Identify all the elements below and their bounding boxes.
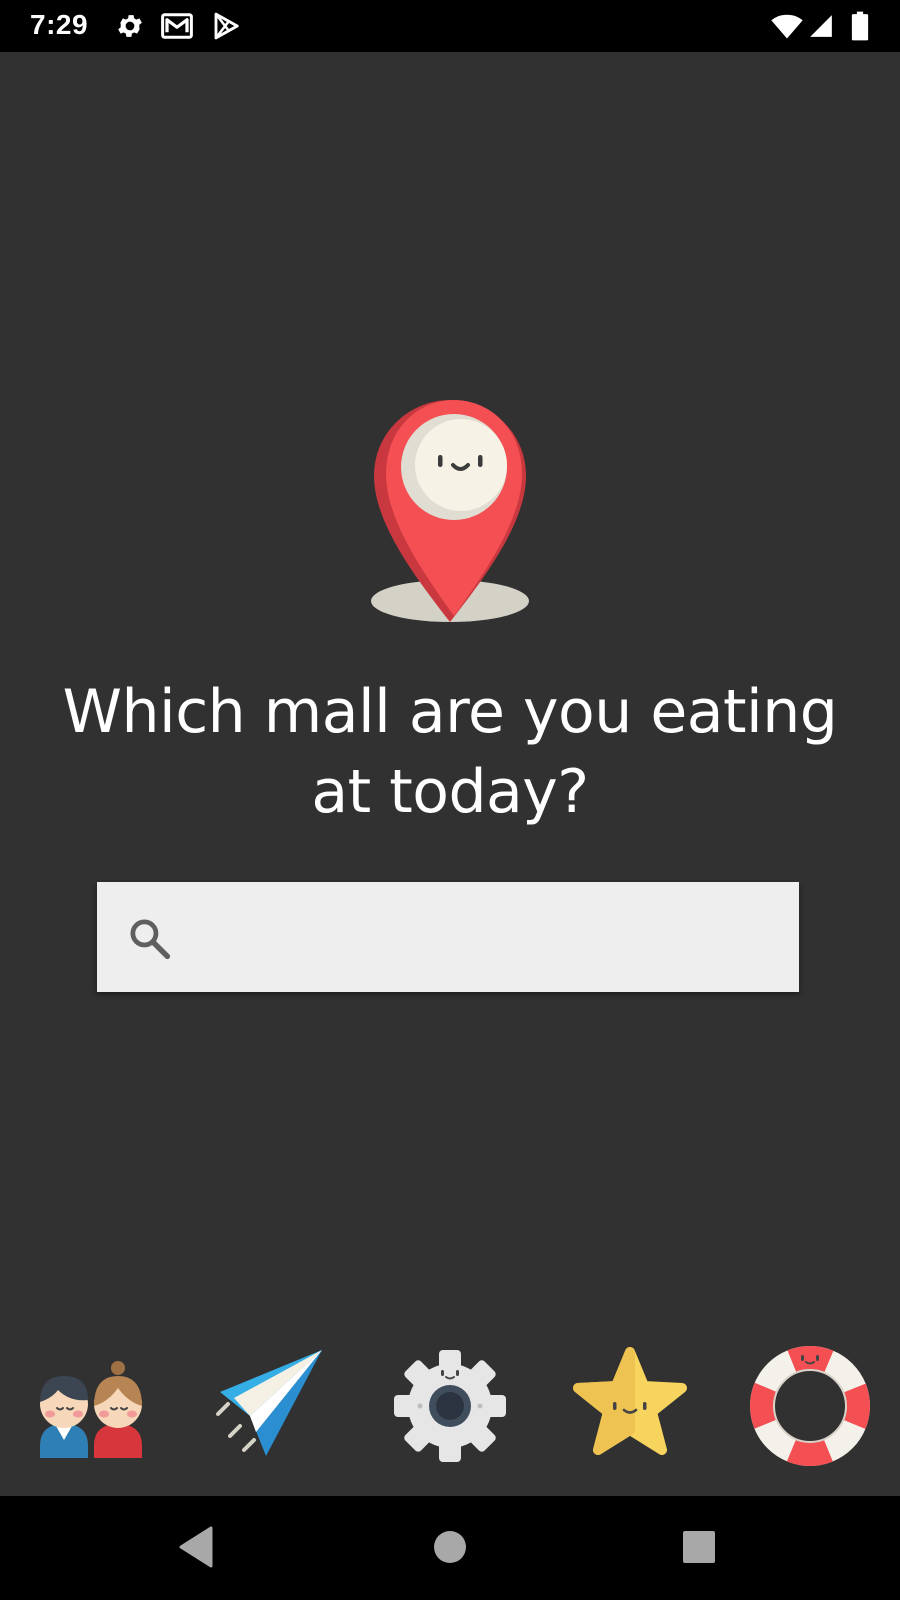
battery-icon xyxy=(850,11,870,41)
status-bar: 7:29 xyxy=(0,0,900,52)
home-button[interactable] xyxy=(425,1522,475,1572)
paper-plane-icon[interactable] xyxy=(210,1346,330,1466)
gmail-icon xyxy=(160,11,194,41)
location-pin-icon xyxy=(368,398,532,624)
recents-button[interactable] xyxy=(674,1522,724,1572)
lifebuoy-icon[interactable] xyxy=(750,1346,870,1466)
settings-gear-icon[interactable] xyxy=(390,1346,510,1466)
people-icon[interactable] xyxy=(30,1346,150,1466)
search-icon xyxy=(127,916,171,960)
search-box[interactable] xyxy=(97,882,799,992)
search-input[interactable] xyxy=(193,902,777,974)
app-screen: 7:29 Which mall are you eating at today? xyxy=(0,0,900,1600)
back-button[interactable] xyxy=(175,1522,225,1572)
play-store-icon xyxy=(211,11,241,41)
navigation-bar xyxy=(0,1496,900,1600)
status-time: 7:29 xyxy=(30,9,89,40)
gear-icon xyxy=(115,11,145,41)
star-icon[interactable] xyxy=(570,1346,690,1466)
wifi-icon xyxy=(770,11,804,41)
signal-icon xyxy=(808,11,834,41)
page-title: Which mall are you eating at today? xyxy=(62,677,838,827)
